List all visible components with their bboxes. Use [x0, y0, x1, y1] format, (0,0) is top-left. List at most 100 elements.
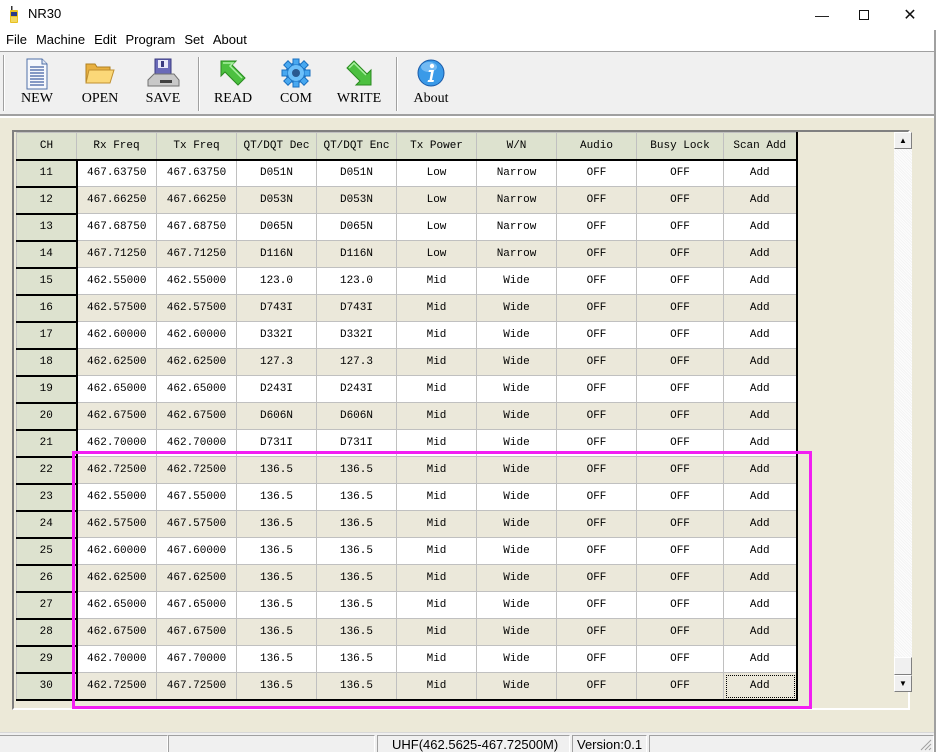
cell-tx-freq[interactable]: 467.70000	[156, 645, 237, 673]
save-button[interactable]: SAVE	[134, 54, 192, 114]
cell-scan-add[interactable]: Add	[723, 186, 798, 214]
cell-qt-dqt-enc[interactable]: 136.5	[316, 510, 397, 538]
cell-tx-power[interactable]: Low	[396, 213, 477, 241]
cell-tx-power[interactable]: Low	[396, 159, 477, 187]
cell-rx-freq[interactable]: 462.70000	[76, 429, 157, 457]
cell-tx-freq[interactable]: 462.70000	[156, 429, 237, 457]
channel-row[interactable]: 20 462.67500 462.67500 D606N D606N Mid Wide OFF…	[16, 402, 798, 431]
toolbar-grip[interactable]	[3, 55, 5, 111]
column-header-audio[interactable]: Audio	[556, 132, 637, 161]
cell-tx-freq[interactable]: 467.55000	[156, 483, 237, 511]
cell-w-n[interactable]: Narrow	[476, 240, 557, 268]
cell-qt-dqt-dec[interactable]: D731I	[236, 429, 317, 457]
cell-qt-dqt-dec[interactable]: D053N	[236, 186, 317, 214]
column-header-qt-dqt-dec[interactable]: QT/DQT Dec	[236, 132, 317, 161]
cell-tx-power[interactable]: Mid	[396, 321, 477, 349]
cell-qt-dqt-dec[interactable]: D332I	[236, 321, 317, 349]
column-header-w-n[interactable]: W/N	[476, 132, 557, 161]
column-header-busy-lock[interactable]: Busy Lock	[636, 132, 724, 161]
cell-tx-power[interactable]: Mid	[396, 510, 477, 538]
channel-row[interactable]: 28 462.67500 467.67500 136.5 136.5 Mid Wide OFF…	[16, 618, 798, 647]
cell-qt-dqt-enc[interactable]: D065N	[316, 213, 397, 241]
cell-tx-power[interactable]: Mid	[396, 375, 477, 403]
cell-tx-power[interactable]: Mid	[396, 402, 477, 430]
cell-tx-power[interactable]: Mid	[396, 294, 477, 322]
cell-qt-dqt-dec[interactable]: 136.5	[236, 456, 317, 484]
cell-scan-add[interactable]: Add	[723, 429, 798, 457]
channel-row[interactable]: 26 462.62500 467.62500 136.5 136.5 Mid Wide OFF…	[16, 564, 798, 593]
cell-w-n[interactable]: Wide	[476, 510, 557, 538]
cell-qt-dqt-enc[interactable]: 123.0	[316, 267, 397, 295]
cell-tx-power[interactable]: Mid	[396, 645, 477, 673]
menu-about[interactable]: About	[213, 30, 247, 50]
cell-tx-freq[interactable]: 462.62500	[156, 348, 237, 376]
cell-busy-lock[interactable]: OFF	[636, 672, 724, 701]
cell-qt-dqt-enc[interactable]: D051N	[316, 159, 397, 187]
new-button[interactable]: NEW	[8, 54, 66, 114]
cell-scan-add[interactable]: Add	[723, 510, 798, 538]
cell-audio[interactable]: OFF	[556, 456, 637, 484]
cell-tx-power[interactable]: Mid	[396, 483, 477, 511]
cell-w-n[interactable]: Wide	[476, 672, 557, 701]
cell-w-n[interactable]: Wide	[476, 456, 557, 484]
cell-qt-dqt-enc[interactable]: 136.5	[316, 456, 397, 484]
cell-rx-freq[interactable]: 462.72500	[76, 456, 157, 484]
cell-tx-freq[interactable]: 462.65000	[156, 375, 237, 403]
menu-file[interactable]: File	[6, 30, 27, 50]
cell-rx-freq[interactable]: 467.68750	[76, 213, 157, 241]
menu-set[interactable]: Set	[184, 30, 204, 50]
cell-qt-dqt-dec[interactable]: 136.5	[236, 483, 317, 511]
maximize-button[interactable]	[841, 0, 887, 30]
scroll-down-button[interactable]: ▼	[894, 675, 912, 692]
cell-tx-freq[interactable]: 462.60000	[156, 321, 237, 349]
cell-qt-dqt-enc[interactable]: 136.5	[316, 618, 397, 646]
cell-busy-lock[interactable]: OFF	[636, 213, 724, 241]
cell-w-n[interactable]: Wide	[476, 348, 557, 376]
cell-busy-lock[interactable]: OFF	[636, 267, 724, 295]
cell-busy-lock[interactable]: OFF	[636, 645, 724, 673]
cell-busy-lock[interactable]: OFF	[636, 321, 724, 349]
cell-w-n[interactable]: Wide	[476, 645, 557, 673]
cell-busy-lock[interactable]: OFF	[636, 375, 724, 403]
cell-qt-dqt-enc[interactable]: 136.5	[316, 672, 397, 701]
cell-qt-dqt-dec[interactable]: 136.5	[236, 591, 317, 619]
cell-rx-freq[interactable]: 462.57500	[76, 294, 157, 322]
cell-tx-power[interactable]: Mid	[396, 618, 477, 646]
cell-audio[interactable]: OFF	[556, 159, 637, 187]
cell-audio[interactable]: OFF	[556, 510, 637, 538]
cell-rx-freq[interactable]: 462.67500	[76, 402, 157, 430]
cell-qt-dqt-enc[interactable]: 136.5	[316, 591, 397, 619]
cell-scan-add[interactable]: Add	[723, 456, 798, 484]
cell-w-n[interactable]: Wide	[476, 483, 557, 511]
channel-row[interactable]: 11 467.63750 467.63750 D051N D051N Low Narrow O…	[16, 159, 798, 188]
cell-rx-freq[interactable]: 467.63750	[76, 159, 157, 187]
menu-program[interactable]: Program	[126, 30, 176, 50]
cell-rx-freq[interactable]: 462.62500	[76, 564, 157, 592]
cell-busy-lock[interactable]: OFF	[636, 159, 724, 187]
cell-qt-dqt-dec[interactable]: 136.5	[236, 564, 317, 592]
column-header-tx-freq[interactable]: Tx Freq	[156, 132, 237, 161]
cell-tx-power[interactable]: Mid	[396, 429, 477, 457]
scroll-up-button[interactable]: ▲	[894, 132, 912, 149]
channel-row[interactable]: 16 462.57500 462.57500 D743I D743I Mid Wide OFF…	[16, 294, 798, 323]
column-header-tx-power[interactable]: Tx Power	[396, 132, 477, 161]
channel-row[interactable]: 22 462.72500 462.72500 136.5 136.5 Mid Wide OFF…	[16, 456, 798, 485]
cell-busy-lock[interactable]: OFF	[636, 564, 724, 592]
cell-scan-add[interactable]: Add	[723, 564, 798, 592]
cell-scan-add[interactable]: Add	[723, 240, 798, 268]
channel-row[interactable]: 17 462.60000 462.60000 D332I D332I Mid Wide OFF…	[16, 321, 798, 350]
cell-scan-add[interactable]: Add	[723, 618, 798, 646]
cell-qt-dqt-enc[interactable]: D053N	[316, 186, 397, 214]
cell-qt-dqt-dec[interactable]: D743I	[236, 294, 317, 322]
cell-tx-freq[interactable]: 467.72500	[156, 672, 237, 701]
cell-qt-dqt-enc[interactable]: 136.5	[316, 564, 397, 592]
cell-qt-dqt-dec[interactable]: D243I	[236, 375, 317, 403]
cell-busy-lock[interactable]: OFF	[636, 402, 724, 430]
cell-w-n[interactable]: Wide	[476, 537, 557, 565]
channel-row[interactable]: 12 467.66250 467.66250 D053N D053N Low Narrow O…	[16, 186, 798, 215]
column-header-scan-add[interactable]: Scan Add	[723, 132, 798, 161]
cell-busy-lock[interactable]: OFF	[636, 483, 724, 511]
channel-row[interactable]: 29 462.70000 467.70000 136.5 136.5 Mid Wide OFF…	[16, 645, 798, 674]
cell-tx-freq[interactable]: 462.72500	[156, 456, 237, 484]
cell-busy-lock[interactable]: OFF	[636, 510, 724, 538]
